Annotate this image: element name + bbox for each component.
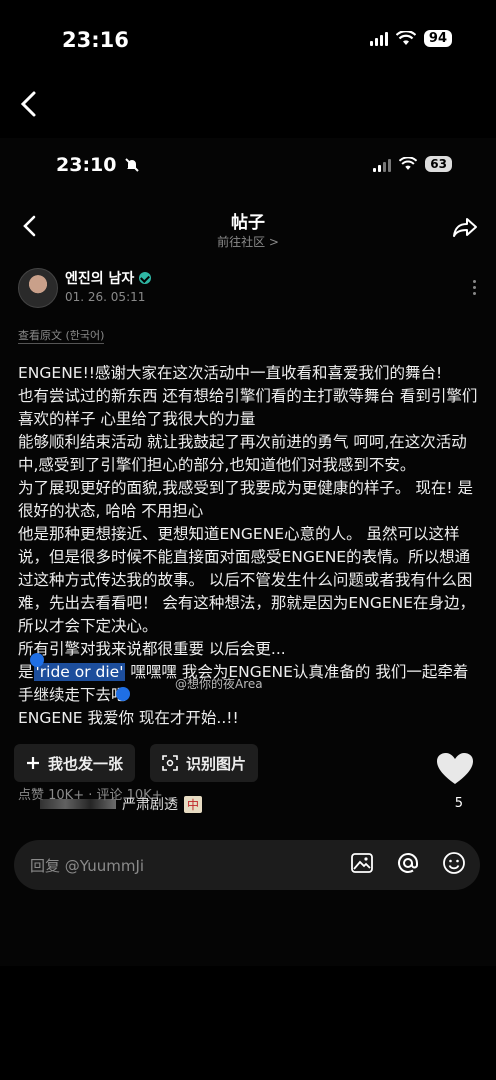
signal-icon (369, 31, 388, 46)
post-date: 01. 26. 05:11 (65, 290, 146, 304)
text-selection[interactable]: 'ride or die' (33, 663, 126, 681)
status-time: 23:16 (62, 28, 129, 52)
post-paragraph: 为了展现更好的面貌,我感受到了我要成为更健康的样子。 现在! 是很好的状态, 哈… (18, 479, 473, 520)
selection-handle-end[interactable] (116, 687, 130, 701)
status-icons: 94 (369, 30, 452, 47)
post-paragraph: 也有尝试过的新东西 还有想给引擎们看的主打歌等舞台 看到引擎们喜欢的样子 心里给… (18, 387, 478, 428)
reply-input[interactable]: 回复 @YuummJi (30, 855, 144, 876)
watermark: @想你的夜Area (175, 677, 263, 691)
bell-muted-icon (125, 158, 140, 172)
battery-indicator: 94 (423, 30, 452, 47)
mahjong-tile-emoji: 中 (184, 795, 203, 813)
selection-handle-start[interactable] (30, 653, 44, 667)
like-heart-icon[interactable] (436, 752, 474, 786)
more-options-icon[interactable] (473, 280, 476, 295)
emoji-icon[interactable] (442, 851, 466, 875)
community-link[interactable]: 前往社区 > (0, 233, 496, 250)
reply-actions (350, 851, 466, 875)
inner-status-icons: 63 (373, 156, 452, 172)
mention-icon[interactable] (396, 851, 420, 875)
post-paragraph: 能够顺利结束活动 就让我鼓起了再次前进的勇气 呵呵,在这次活动中,感受到了引擎们… (18, 433, 467, 474)
post-also-button[interactable]: 我也发一张 (14, 744, 136, 782)
view-original-link[interactable]: 查看原文 (한국어) (18, 327, 105, 344)
post-paragraph: 他是那种更想接近、更想知道ENGENE心意的人。 虽然可以这样说，但是很多时候不… (18, 525, 476, 635)
wifi-icon (399, 157, 418, 170)
back-icon[interactable] (18, 90, 40, 118)
post-paragraph: 所有引擎对我来说都很重要 以后会更... (18, 640, 286, 658)
comment-preview: 严肃剧透 中 (40, 794, 203, 814)
scan-icon (162, 755, 178, 771)
author-name[interactable]: 엔진의 남자 (65, 268, 152, 288)
post-paragraph: ENGENE 我爱你 现在才开始..!! (18, 709, 239, 727)
blurred-text (40, 799, 116, 809)
post-paragraph: ENGENE!!感谢大家在这次活动中一直收看和喜爱我们的舞台! (18, 364, 443, 382)
inner-status-time: 23:10 (56, 154, 140, 176)
share-icon[interactable] (452, 216, 478, 238)
wifi-icon (395, 31, 416, 45)
signal-icon (373, 157, 392, 172)
author-avatar[interactable] (18, 268, 58, 308)
identify-image-button[interactable]: 识别图片 (150, 744, 259, 782)
image-icon[interactable] (350, 851, 374, 875)
like-count: 5 (454, 796, 463, 811)
battery-indicator: 63 (425, 156, 452, 172)
verified-icon (139, 272, 152, 284)
plus-icon (27, 757, 39, 769)
page-title: 帖子 (231, 213, 265, 233)
